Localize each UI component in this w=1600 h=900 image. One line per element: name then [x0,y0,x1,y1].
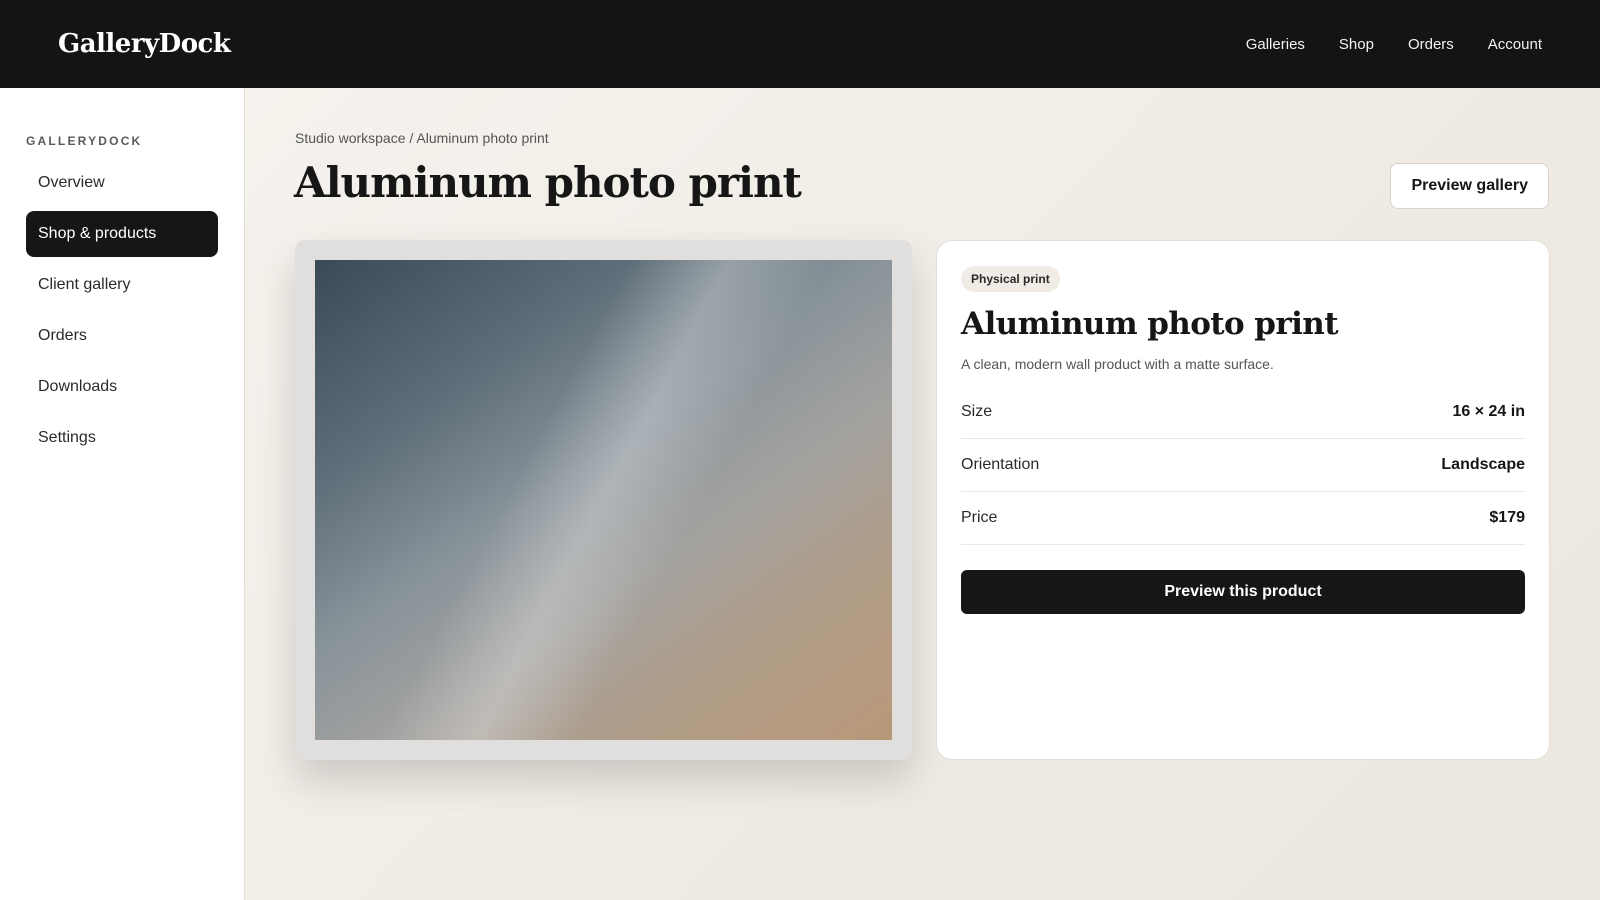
topnav-account[interactable]: Account [1488,36,1542,53]
sidebar-item-shop-products[interactable]: Shop & products [26,211,218,257]
product-title: Aluminum photo print [961,306,1339,342]
page-title: Aluminum photo print [294,158,802,207]
spec-row-size: Size 16 × 24 in [961,386,1525,439]
spec-row-orientation: Orientation Landscape [961,439,1525,492]
sidebar-item-settings[interactable]: Settings [26,415,218,461]
preview-gallery-button[interactable]: Preview gallery [1390,163,1549,209]
sidebar-heading: GALLERYDOCK [26,134,143,148]
spec-row-price: Price $179 [961,492,1525,545]
product-description: A clean, modern wall product with a matt… [961,356,1274,372]
top-nav: Galleries Shop Orders Account [1246,36,1542,53]
spec-value: Landscape [1441,456,1525,473]
main-content: Studio workspace / Aluminum photo print … [245,88,1600,900]
topnav-orders[interactable]: Orders [1408,36,1454,53]
product-type-badge: Physical print [961,266,1060,292]
breadcrumb: Studio workspace / Aluminum photo print [295,130,549,146]
sidebar: GALLERYDOCK Overview Shop & products Cli… [0,88,245,900]
spec-label: Orientation [961,456,1040,473]
preview-product-button[interactable]: Preview this product [961,570,1525,614]
spec-value: 16 × 24 in [1452,403,1526,420]
spec-value: $179 [1489,509,1525,526]
sidebar-item-orders[interactable]: Orders [26,313,218,359]
product-preview-frame [295,240,912,760]
product-details-card: Physical print Aluminum photo print A cl… [936,240,1550,760]
spec-label: Price [961,509,998,526]
brand-logo[interactable]: GalleryDock [58,29,231,59]
sidebar-item-overview[interactable]: Overview [26,160,218,206]
topnav-galleries[interactable]: Galleries [1246,36,1305,53]
sidebar-item-client-gallery[interactable]: Client gallery [26,262,218,308]
product-specs: Size 16 × 24 in Orientation Landscape Pr… [961,386,1525,545]
topnav-shop[interactable]: Shop [1339,36,1374,53]
top-navigation-bar: GalleryDock Galleries Shop Orders Accoun… [0,0,1600,88]
spec-label: Size [961,403,993,420]
product-preview-image [315,260,892,740]
sidebar-item-downloads[interactable]: Downloads [26,364,218,410]
